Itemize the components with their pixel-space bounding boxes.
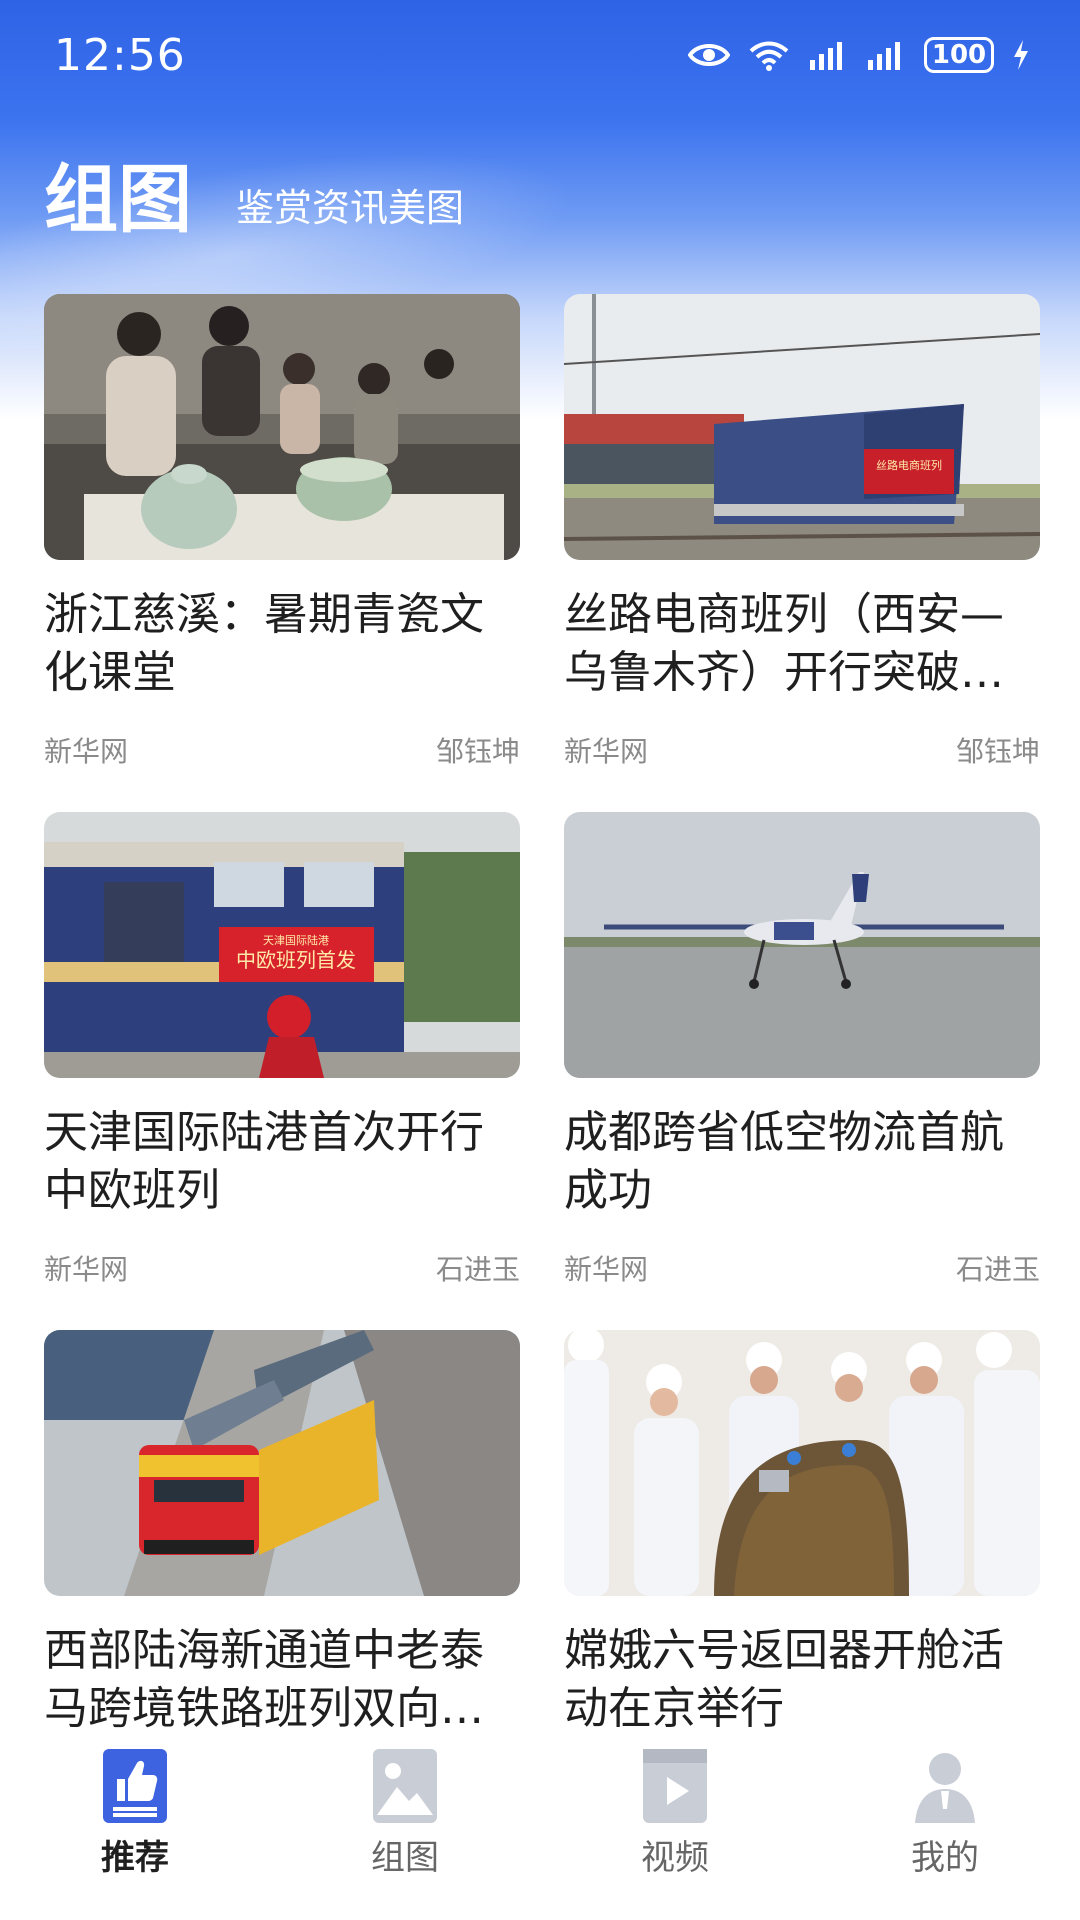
card-meta: 新华网 邹钰坤 (44, 730, 520, 770)
bottom-navigation: 推荐 组图 视频 我的 (0, 1740, 1080, 1920)
nav-item-gallery[interactable]: 组图 (325, 1748, 485, 1879)
page-header: 组图 鉴赏资讯美图 (44, 160, 464, 240)
gallery-card[interactable]: 天津国际陆港 中欧班列首发 天津国际陆港首次开行中欧班列 新华网 石进玉 (44, 812, 520, 1330)
card-thumbnail[interactable] (564, 1330, 1040, 1596)
page: 12:56 100 组图 鉴赏资讯美图 浙江慈溪：暑期青瓷文化课堂 新华网 邹钰… (0, 0, 1080, 1920)
card-thumbnail[interactable] (564, 812, 1040, 1078)
card-title[interactable]: 嫦娥六号返回器开舱活动在京举行 (564, 1622, 1040, 1738)
card-title[interactable]: 浙江慈溪：暑期青瓷文化课堂 (44, 586, 520, 702)
status-time: 12:56 (54, 29, 186, 81)
card-source: 新华网 (564, 735, 649, 768)
china-europe-train-photo: 天津国际陆港 中欧班列首发 (44, 812, 520, 1078)
card-title[interactable]: 成都跨省低空物流首航成功 (564, 1104, 1040, 1220)
card-thumbnail[interactable] (44, 294, 520, 560)
banner-top-text: 天津国际陆港 (263, 933, 329, 947)
celadon-class-photo (44, 294, 520, 560)
banner-main-text: 中欧班列首发 (236, 948, 356, 972)
card-author: 石进玉 (955, 1253, 1040, 1286)
status-bar: 12:56 100 (0, 0, 1080, 110)
nav-item-recommend[interactable]: 推荐 (55, 1748, 215, 1879)
user-icon (912, 1748, 978, 1824)
thumbs-up-icon (102, 1748, 168, 1824)
nav-label: 组图 (371, 1838, 439, 1878)
signal-icon-2 (868, 42, 900, 70)
card-thumbnail[interactable] (44, 1330, 520, 1596)
low-altitude-plane-photo (564, 812, 1040, 1078)
card-meta: 新华网 石进玉 (44, 1248, 520, 1288)
card-source: 新华网 (44, 735, 129, 768)
card-meta: 新华网 石进玉 (564, 1248, 1040, 1288)
chang-e-capsule-photo (564, 1330, 1040, 1596)
status-icons: 100 (688, 37, 1030, 73)
card-author: 邹钰坤 (955, 735, 1040, 768)
card-author: 石进玉 (435, 1253, 520, 1286)
gallery-card[interactable]: 浙江慈溪：暑期青瓷文化课堂 新华网 邹钰坤 (44, 294, 520, 812)
gallery-card[interactable]: 成都跨省低空物流首航成功 新华网 石进玉 (564, 812, 1040, 1330)
page-title: 组图 (44, 157, 192, 243)
card-title[interactable]: 天津国际陆港首次开行中欧班列 (44, 1104, 520, 1220)
cross-border-train-photo (44, 1330, 520, 1596)
wifi-icon (749, 41, 789, 71)
gallery-grid: 浙江慈溪：暑期青瓷文化课堂 新华网 邹钰坤 丝路电商班列 丝路电商班列（西安—乌… (44, 294, 1040, 1848)
eye-icon (688, 44, 730, 66)
battery-indicator: 100 (924, 37, 994, 73)
card-meta: 新华网 邹钰坤 (564, 730, 1040, 770)
card-title[interactable]: 西部陆海新通道中老泰马跨境铁路班列双向… (44, 1622, 520, 1738)
nav-item-video[interactable]: 视频 (595, 1748, 755, 1879)
card-thumbnail[interactable]: 天津国际陆港 中欧班列首发 (44, 812, 520, 1078)
train-banner-text: 丝路电商班列 (876, 458, 942, 472)
card-source: 新华网 (44, 1253, 129, 1286)
signal-icon (810, 42, 842, 70)
video-icon (642, 1748, 708, 1824)
page-subtitle: 鉴赏资讯美图 (236, 186, 465, 230)
nav-label: 视频 (641, 1838, 709, 1878)
nav-label: 我的 (911, 1838, 979, 1878)
card-author: 邹钰坤 (435, 735, 520, 768)
gallery-card[interactable]: 丝路电商班列 丝路电商班列（西安—乌鲁木齐）开行突破… 新华网 邹钰坤 (564, 294, 1040, 812)
silk-road-train-photo: 丝路电商班列 (564, 294, 1040, 560)
nav-label: 推荐 (101, 1838, 169, 1878)
nav-item-profile[interactable]: 我的 (865, 1748, 1025, 1879)
charging-icon (1014, 40, 1028, 70)
image-icon (372, 1748, 438, 1824)
card-thumbnail[interactable]: 丝路电商班列 (564, 294, 1040, 560)
card-source: 新华网 (564, 1253, 649, 1286)
card-title[interactable]: 丝路电商班列（西安—乌鲁木齐）开行突破… (564, 586, 1040, 702)
